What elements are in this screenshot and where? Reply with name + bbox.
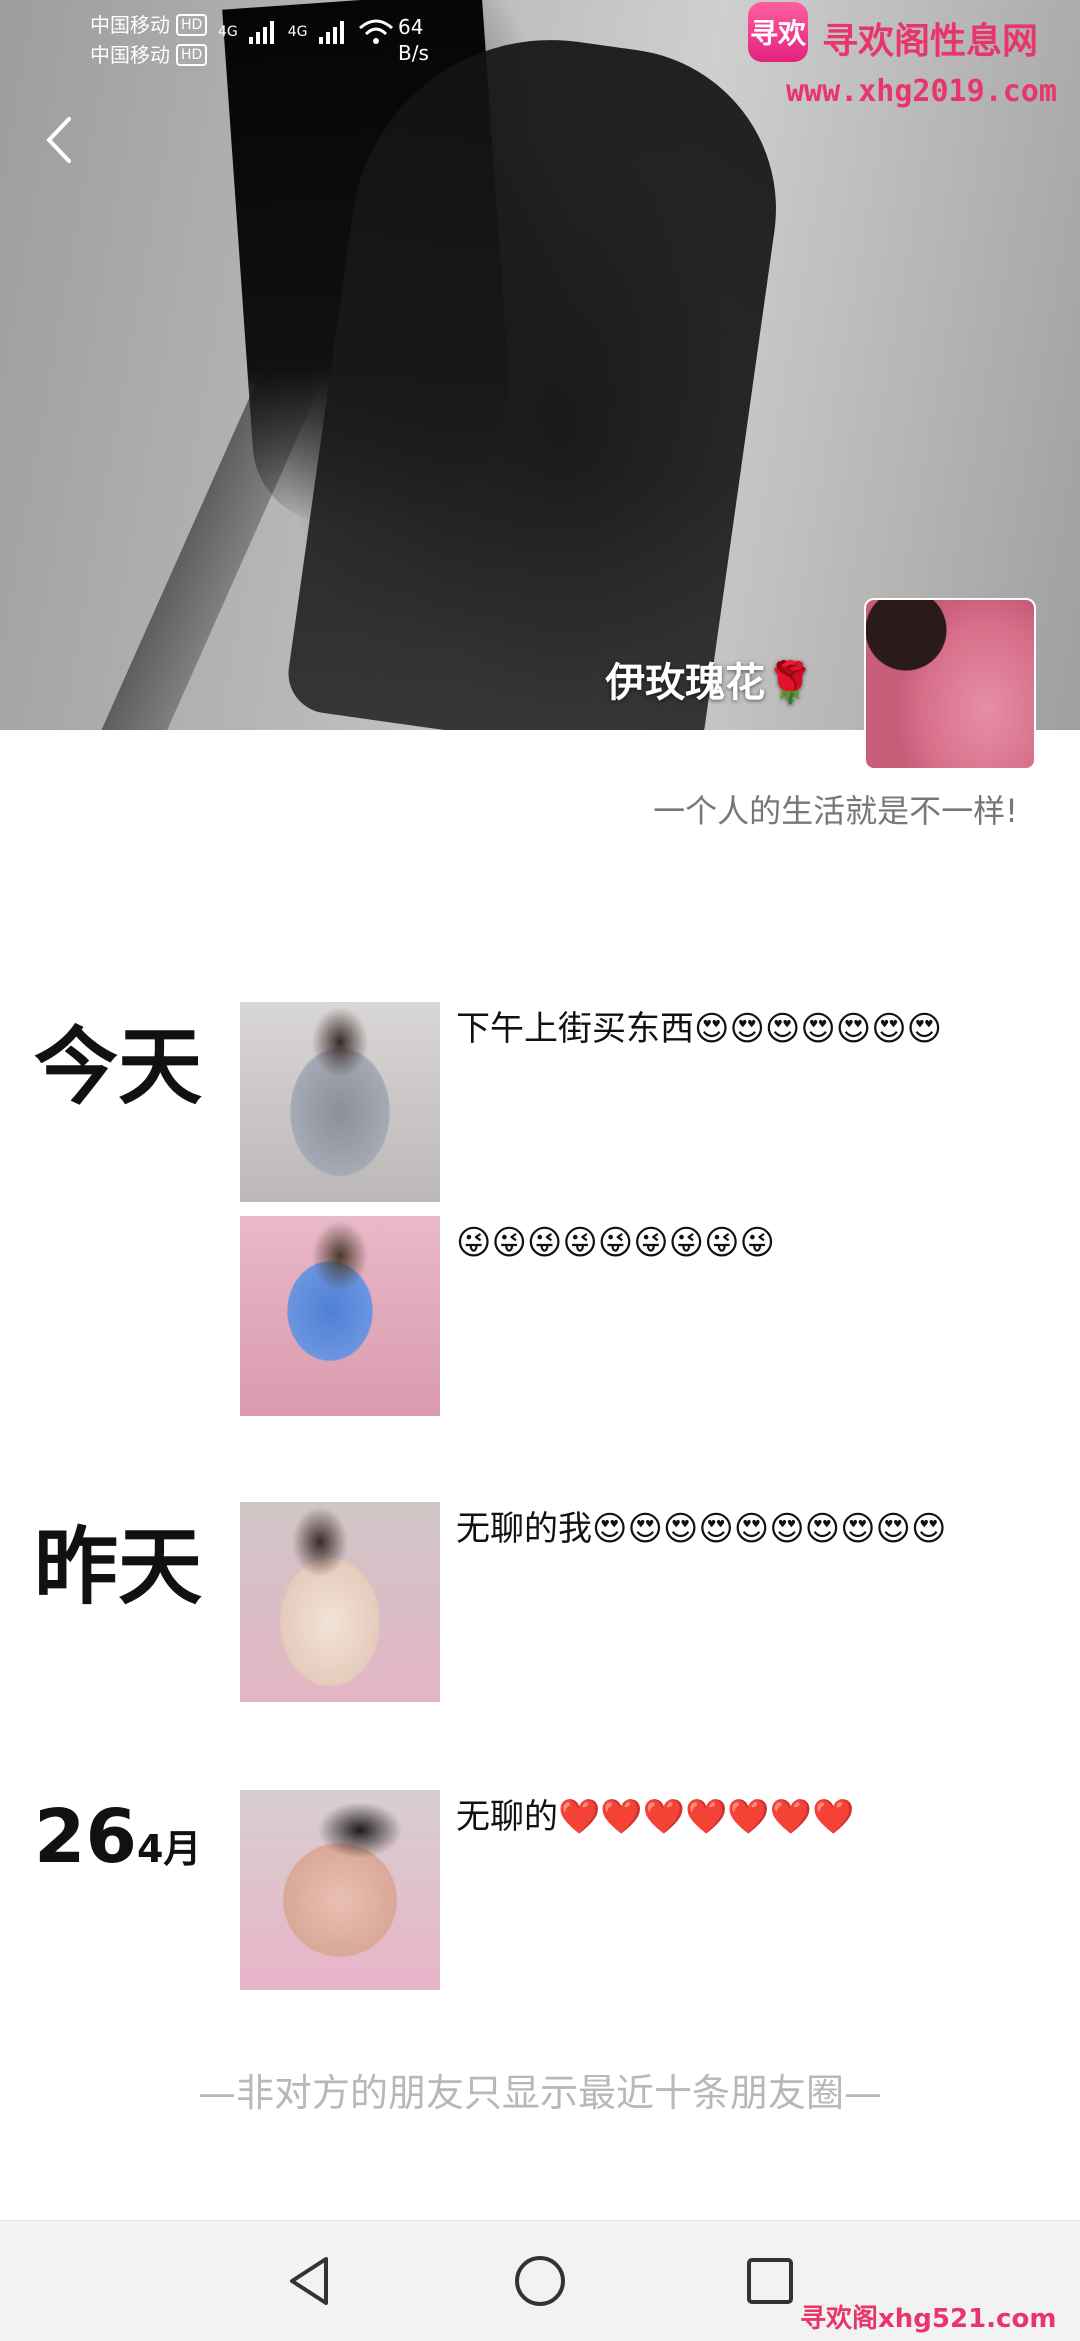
- post-text[interactable]: 下午上街买东西😍😍😍😍😍😍😍: [456, 1004, 1026, 1054]
- back-button[interactable]: [28, 110, 88, 170]
- network-type: 4G: [287, 24, 308, 40]
- post-thumbnail[interactable]: [240, 1002, 440, 1202]
- signal-icon: [318, 21, 344, 44]
- hd-badge: HD: [176, 14, 208, 36]
- nav-home-button[interactable]: [510, 2251, 570, 2311]
- post-text[interactable]: 无聊的我😍😍😍😍😍😍😍😍😍😍: [456, 1504, 1026, 1554]
- avatar[interactable]: [864, 598, 1036, 770]
- status-icons: 4G 4G: [218, 18, 394, 46]
- date-month: 4月: [136, 1827, 202, 1871]
- carrier-1: 中国移动: [90, 13, 170, 37]
- nav-recents-button[interactable]: [740, 2251, 800, 2311]
- post-text[interactable]: 😜😜😜😜😜😜😜😜😜: [456, 1218, 1026, 1268]
- hd-badge: HD: [176, 44, 208, 66]
- square-recents-icon: [747, 2258, 793, 2304]
- network-type: 4G: [218, 24, 238, 40]
- wifi-icon: [358, 19, 393, 44]
- day-label-date: 264月: [34, 1794, 201, 1880]
- nav-back-button[interactable]: [280, 2251, 340, 2311]
- watermark-site-url: www.xhg2019.com: [786, 74, 1057, 109]
- post-text[interactable]: 无聊的❤️❤️❤️❤️❤️❤️❤️: [456, 1792, 1026, 1842]
- network-speed: 64 B/s: [398, 14, 429, 66]
- date-day: 26: [34, 1794, 137, 1880]
- chevron-left-icon: [46, 117, 71, 163]
- limited-moments-note: —非对方的朋友只显示最近十条朋友圈—: [197, 2071, 882, 2115]
- day-label-yesterday: 昨天: [34, 1518, 203, 1616]
- status-bar-carriers: 中国移动 HD 中国移动 HD: [90, 10, 208, 70]
- post-thumbnail[interactable]: [240, 1502, 440, 1702]
- network-speed-value: 64: [398, 15, 424, 39]
- post-thumbnail[interactable]: [240, 1790, 440, 1990]
- profile-signature: 一个人的生活就是不一样!: [653, 792, 1018, 830]
- network-speed-unit: B/s: [398, 41, 429, 65]
- watermark-logo: 寻欢: [748, 2, 808, 62]
- watermark-site-name: 寻欢阁性息网: [822, 20, 1039, 62]
- circle-home-icon: [515, 2256, 565, 2306]
- watermark-bottom: 寻欢阁xhg521.com: [800, 2304, 1057, 2334]
- carrier-2: 中国移动: [90, 43, 170, 67]
- post-thumbnail[interactable]: [240, 1216, 440, 1416]
- watermark-top: 寻欢 寻欢阁性息网 www.xhg2019.com: [748, 2, 1080, 122]
- profile-name: 伊玫瑰花🌹: [605, 660, 815, 706]
- signal-icon: [248, 21, 274, 44]
- triangle-back-icon: [290, 2257, 328, 2305]
- day-label-today: 今天: [34, 1018, 203, 1116]
